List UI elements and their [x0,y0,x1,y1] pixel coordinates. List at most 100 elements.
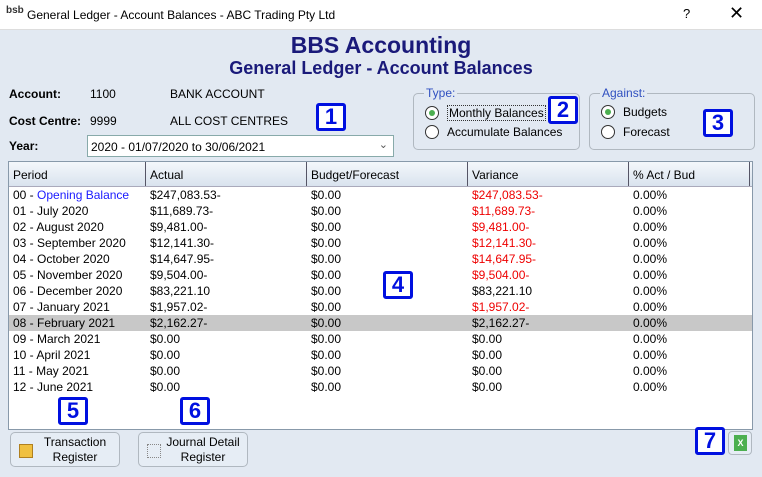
cell-variance: $9,481.00- [472,220,530,234]
transaction-register-button[interactable]: Transaction Register [10,432,120,467]
cell-variance: $247,083.53- [472,188,543,202]
balances-grid[interactable]: Period Actual Budget/Forecast Variance %… [8,161,753,430]
column-header-variance[interactable]: Variance [468,162,629,186]
grid-table-icon [147,444,161,458]
cell-budget: $0.00 [311,316,342,330]
cell-period: 12 - June 2021 [13,380,94,394]
cell-percent: 0.00% [633,220,668,234]
company-title: BBS Accounting [290,32,472,58]
badge-6: 6 [180,397,210,425]
table-row[interactable]: 04 - October 2020 $14,647.95- $0.00 $14,… [9,251,752,267]
cell-variance: $1,957.02- [472,300,530,314]
cell-period: 11 - May 2021 [13,364,89,378]
radio-accumulate-balances[interactable]: Accumulate Balances [425,125,562,139]
cost-centre-label: Cost Centre: [9,114,82,128]
radio-selected-icon [425,106,439,120]
badge-1: 1 [316,103,346,131]
period-name: March 2021 [37,332,101,346]
grid-body: 00 - Opening Balance $247,083.53- $0.00 … [9,187,752,395]
cell-budget: $0.00 [311,204,342,218]
cell-actual: $1,957.02- [150,300,208,314]
table-row[interactable]: 11 - May 2021 $0.00 $0.00 $0.00 0.00% [9,363,752,379]
cell-budget: $0.00 [311,236,342,250]
column-header-actual[interactable]: Actual [146,162,307,186]
export-excel-button[interactable]: X [728,431,752,455]
cost-centre-name: ALL COST CENTRES [170,114,289,128]
cell-variance: $2,162.27- [472,316,530,330]
cell-actual: $0.00 [150,364,181,378]
chevron-down-icon: ⌄ [378,139,388,151]
column-header-budget[interactable]: Budget/Forecast [307,162,468,186]
radio-icon [601,125,615,139]
cell-percent: 0.00% [633,268,668,282]
close-button[interactable]: ✕ [729,3,744,24]
cell-percent: 0.00% [633,204,668,218]
cell-actual: $14,647.95- [150,252,215,266]
help-button[interactable]: ? [683,6,690,21]
cell-budget: $0.00 [311,220,342,234]
journal-detail-register-button[interactable]: Journal Detail Register [138,432,248,467]
cell-actual: $0.00 [150,380,181,394]
window-title: General Ledger - Account Balances - ABC … [27,8,336,22]
table-row[interactable]: 09 - March 2021 $0.00 $0.00 $0.00 0.00% [9,331,752,347]
table-row[interactable]: 05 - November 2020 $9,504.00- $0.00 $9,5… [9,267,752,283]
period-name: September 2020 [37,236,126,250]
cell-period: 07 - January 2021 [13,300,110,314]
cell-budget: $0.00 [311,348,342,362]
cell-variance: $0.00 [472,380,503,394]
cell-variance: $12,141.30- [472,236,537,250]
year-label: Year: [9,139,39,153]
type-legend: Type: [424,86,458,100]
cell-period: 01 - July 2020 [13,204,89,218]
cell-budget: $0.00 [311,252,342,266]
column-header-percent[interactable]: % Act / Bud [629,162,750,186]
cell-variance: $83,221.10 [472,284,533,298]
radio-forecast[interactable]: Forecast [601,125,670,139]
table-row[interactable]: 12 - June 2021 $0.00 $0.00 $0.00 0.00% [9,379,752,395]
cell-percent: 0.00% [633,300,668,314]
cell-period: 08 - February 2021 [13,316,116,330]
period-name: June 2021 [37,380,94,394]
table-row[interactable]: 01 - July 2020 $11,689.73- $0.00 $11,689… [9,203,752,219]
table-row[interactable]: 08 - February 2021 $2,162.27- $0.00 $2,1… [9,315,752,331]
radio-monthly-balances[interactable]: Monthly Balances [425,105,546,121]
radio-budgets[interactable]: Budgets [601,105,667,119]
cell-variance: $9,504.00- [472,268,530,282]
cell-budget: $0.00 [311,300,342,314]
cell-actual: $247,083.53- [150,188,221,202]
period-name: December 2020 [37,284,123,298]
cell-period: 02 - August 2020 [13,220,104,234]
cell-budget: $0.00 [311,332,342,346]
opening-balance-link[interactable]: Opening Balance [37,188,129,202]
column-header-period[interactable]: Period [9,162,146,186]
table-row[interactable]: 00 - Opening Balance $247,083.53- $0.00 … [9,187,752,203]
cell-actual: $12,141.30- [150,236,215,250]
table-row[interactable]: 02 - August 2020 $9,481.00- $0.00 $9,481… [9,219,752,235]
table-row[interactable]: 03 - September 2020 $12,141.30- $0.00 $1… [9,235,752,251]
account-label: Account: [9,87,61,101]
cell-percent: 0.00% [633,316,668,330]
cell-variance: $0.00 [472,364,503,378]
table-row[interactable]: 10 - April 2021 $0.00 $0.00 $0.00 0.00% [9,347,752,363]
cell-percent: 0.00% [633,284,668,298]
excel-icon: X [734,435,747,451]
cell-period: 06 - December 2020 [13,284,123,298]
period-name: October 2020 [37,252,110,266]
year-select[interactable]: 2020 - 01/07/2020 to 30/06/2021 ⌄ [87,135,394,157]
cell-period: 09 - March 2021 [13,332,101,346]
table-row[interactable]: 06 - December 2020 $83,221.10 $0.00 $83,… [9,283,752,299]
table-row[interactable]: 07 - January 2021 $1,957.02- $0.00 $1,95… [9,299,752,315]
cell-actual: $11,689.73- [150,204,214,218]
register-edit-icon [19,444,33,458]
cell-percent: 0.00% [633,380,668,394]
radio-icon [425,125,439,139]
period-name: July 2020 [37,204,89,218]
cell-variance: $0.00 [472,332,503,346]
grid-header: Period Actual Budget/Forecast Variance %… [9,162,752,187]
cell-percent: 0.00% [633,236,668,250]
against-legend: Against: [600,86,648,100]
cost-centre-code: 9999 [90,114,117,128]
period-name: November 2020 [37,268,123,282]
badge-2: 2 [548,96,578,124]
cell-period: 10 - April 2021 [13,348,91,362]
